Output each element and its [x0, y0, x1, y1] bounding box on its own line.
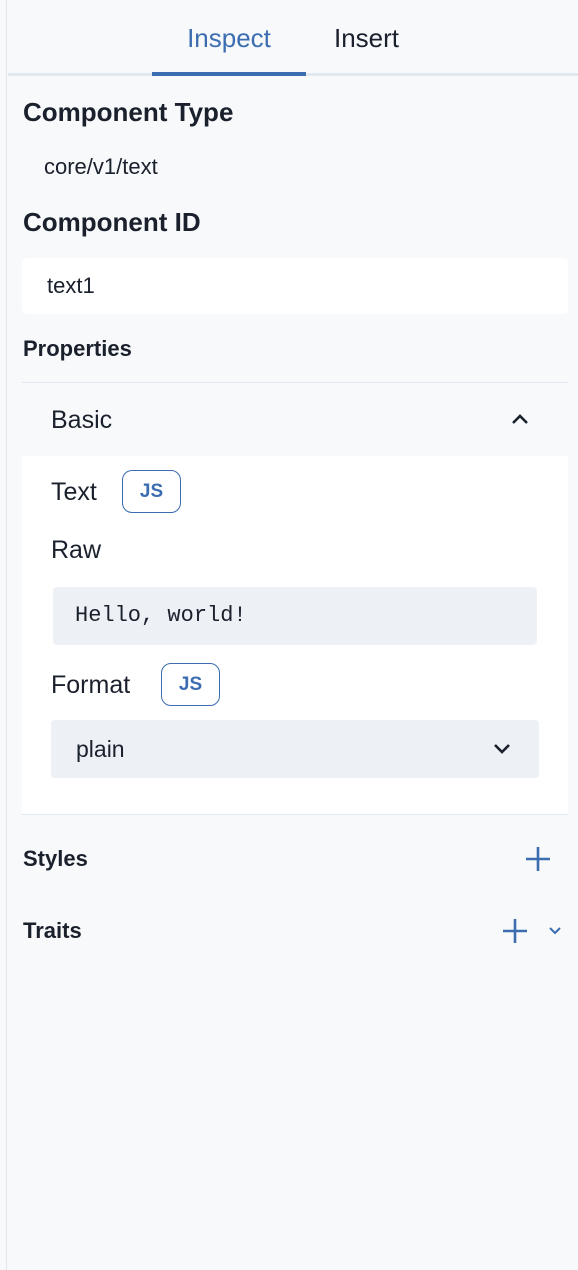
basic-group-label: Basic	[51, 406, 113, 434]
chevron-up-icon	[511, 412, 529, 426]
format-select-value: plain	[76, 736, 125, 762]
traits-heading: Traits	[23, 918, 82, 943]
tab-insert[interactable]: Insert	[334, 20, 399, 56]
properties-divider	[22, 382, 568, 383]
traits-chevron-down-icon[interactable]	[548, 926, 562, 936]
basic-group-header[interactable]: Basic	[22, 392, 568, 450]
format-field-label: Format	[51, 671, 131, 699]
properties-heading: Properties	[23, 336, 132, 361]
raw-mode-label: Raw	[51, 536, 102, 564]
component-type-heading: Component Type	[23, 97, 234, 127]
tab-inspect[interactable]: Inspect	[152, 20, 306, 56]
format-select[interactable]: plain	[51, 720, 539, 778]
styles-heading: Styles	[23, 846, 88, 871]
chevron-down-icon	[493, 742, 511, 756]
panel-left-border	[6, 0, 7, 1270]
format-js-toggle-button[interactable]: JS	[161, 663, 220, 706]
text-js-toggle-button[interactable]: JS	[122, 470, 181, 513]
add-style-plus-icon[interactable]	[525, 846, 551, 872]
text-raw-input[interactable]: Hello, world!	[53, 587, 537, 645]
component-type-value: core/v1/text	[44, 154, 158, 179]
text-field-label: Text	[51, 478, 97, 506]
active-tab-indicator	[152, 72, 306, 76]
add-trait-plus-icon[interactable]	[502, 918, 528, 944]
component-id-heading: Component ID	[23, 207, 201, 237]
component-id-input[interactable]: text1	[22, 258, 568, 314]
